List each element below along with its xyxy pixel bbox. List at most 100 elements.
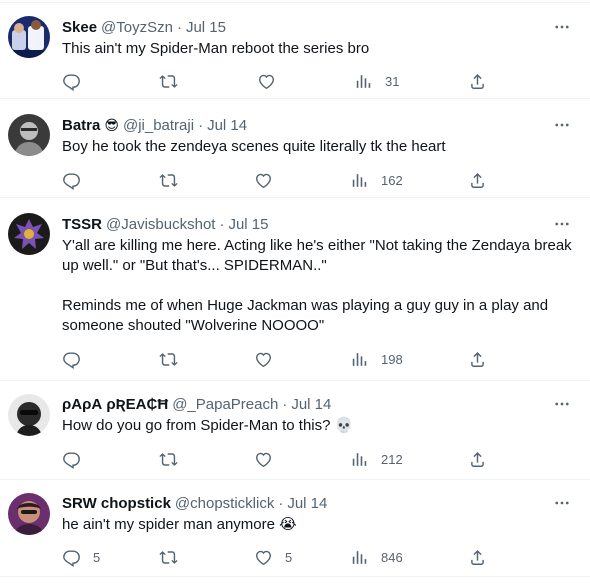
views-button[interactable]: 212 (350, 449, 403, 469)
retweet-icon (159, 171, 178, 190)
tweet-item[interactable]: ρΑρΑ ρƦΕΑ₵Ħ @_PapaPreach · Jul 14 How do… (0, 382, 590, 480)
user-handle[interactable]: @ji_batraji (123, 117, 194, 134)
more-options-button[interactable] (552, 493, 572, 513)
tweet-header: Skee @ToyzSzn · Jul 15 (62, 17, 226, 37)
share-button[interactable] (468, 449, 487, 469)
views-chart-icon (350, 548, 369, 567)
avatar[interactable] (8, 114, 50, 156)
retweet-button[interactable] (159, 170, 190, 190)
more-options-button[interactable] (552, 394, 572, 414)
like-heart-icon (254, 450, 273, 469)
display-name[interactable]: Skee (62, 19, 97, 36)
reply-icon (62, 548, 81, 567)
tweet-actions: 198 (54, 349, 554, 369)
tweet-text: This ain't my Spider-Man reboot the seri… (62, 40, 370, 57)
retweet-button[interactable] (159, 71, 190, 91)
views-count: 162 (381, 172, 403, 188)
share-button[interactable] (468, 170, 487, 190)
timestamp[interactable]: Jul 14 (287, 495, 327, 512)
avatar[interactable] (8, 16, 50, 58)
user-handle[interactable]: @ToyzSzn (101, 19, 173, 36)
separator-dot: · (176, 18, 182, 36)
more-horizontal-icon (553, 215, 571, 233)
retweet-button[interactable] (159, 349, 190, 369)
display-name[interactable]: SRW chopstick (62, 495, 171, 512)
views-chart-icon (350, 171, 369, 190)
more-options-button[interactable] (552, 214, 572, 234)
reply-feed: Skee @ToyzSzn · Jul 15 This ain't my Spi… (0, 0, 590, 588)
share-button[interactable] (468, 547, 487, 567)
tweet-text: Y'all are killing me here. Acting like h… (62, 237, 572, 334)
share-icon (468, 171, 487, 190)
timestamp[interactable]: Jul 15 (186, 19, 226, 36)
reply-icon (62, 450, 81, 469)
more-options-button[interactable] (552, 115, 572, 135)
tweet-item[interactable]: SRW chopstick @chopsticklick · Jul 14 he… (0, 481, 590, 577)
more-horizontal-icon (553, 494, 571, 512)
avatar[interactable] (8, 213, 50, 255)
reply-button[interactable] (62, 71, 93, 91)
reply-icon (62, 171, 81, 190)
timestamp[interactable]: Jul 14 (207, 117, 247, 134)
display-name[interactable]: Batra (62, 117, 100, 134)
like-button[interactable] (254, 349, 285, 369)
reply-button[interactable] (62, 349, 93, 369)
timestamp[interactable]: Jul 15 (228, 216, 268, 233)
share-icon (468, 450, 487, 469)
reply-icon (62, 350, 81, 369)
reply-button[interactable]: 5 (62, 547, 100, 567)
views-count: 212 (381, 451, 403, 467)
tweet-actions: 162 (54, 170, 554, 190)
tweet-actions: 212 (54, 449, 554, 469)
name-emoji: 😎 (104, 116, 119, 133)
display-name[interactable]: ρΑρΑ ρƦΕΑ₵Ħ (62, 396, 168, 413)
tweet-text: he ain't my spider man anymore 😭 (62, 516, 297, 533)
like-heart-icon (254, 171, 273, 190)
avatar[interactable] (8, 493, 50, 535)
reply-button[interactable] (62, 170, 93, 190)
tweet-text: Boy he took the zendeya scenes quite lit… (62, 138, 446, 155)
retweet-icon (159, 72, 178, 91)
reply-button[interactable] (62, 449, 93, 469)
views-count: 198 (381, 351, 403, 367)
more-horizontal-icon (553, 18, 571, 36)
display-name[interactable]: TSSR (62, 216, 102, 233)
user-handle[interactable]: @Javisbuckshot (106, 216, 215, 233)
tweet-item[interactable]: Batra 😎 @ji_batraji · Jul 14 Boy he took… (0, 100, 590, 198)
timestamp[interactable]: Jul 14 (291, 396, 331, 413)
share-icon (468, 548, 487, 567)
tweet-text: How do you go from Spider-Man to this? 💀 (62, 417, 354, 434)
tweet-header: Batra 😎 @ji_batraji · Jul 14 (62, 115, 247, 135)
more-horizontal-icon (553, 116, 571, 134)
separator-dot: · (278, 494, 284, 512)
share-button[interactable] (468, 349, 487, 369)
views-button[interactable]: 198 (350, 349, 403, 369)
retweet-button[interactable] (159, 449, 190, 469)
like-button[interactable] (254, 449, 285, 469)
tweet-header: ρΑρΑ ρƦΕΑ₵Ħ @_PapaPreach · Jul 14 (62, 394, 331, 414)
like-button[interactable] (257, 71, 288, 91)
like-button[interactable]: 5 (254, 547, 292, 567)
views-button[interactable]: 162 (350, 170, 403, 190)
tweet-item[interactable]: Skee @ToyzSzn · Jul 15 This ain't my Spi… (0, 3, 590, 99)
tweet-header: TSSR @Javisbuckshot · Jul 15 (62, 214, 269, 234)
tweet-item[interactable]: TSSR @Javisbuckshot · Jul 15 Y'all are k… (0, 199, 590, 381)
user-handle[interactable]: @_PapaPreach (172, 396, 278, 413)
share-button[interactable] (468, 71, 487, 91)
retweet-icon (159, 350, 178, 369)
views-button[interactable]: 846 (350, 547, 403, 567)
retweet-icon (159, 450, 178, 469)
separator-dot: · (282, 395, 288, 413)
retweet-button[interactable] (159, 547, 190, 567)
views-button[interactable]: 31 (354, 71, 399, 91)
reply-icon (62, 72, 81, 91)
tweet-actions: 5 5 846 (54, 547, 554, 567)
user-handle[interactable]: @chopsticklick (175, 495, 274, 512)
more-options-button[interactable] (552, 17, 572, 37)
like-button[interactable] (254, 170, 285, 190)
separator-dot: · (198, 116, 204, 134)
avatar[interactable] (8, 394, 50, 436)
tweet-actions: 31 (54, 71, 554, 91)
views-count: 846 (381, 549, 403, 565)
like-heart-icon (257, 72, 276, 91)
